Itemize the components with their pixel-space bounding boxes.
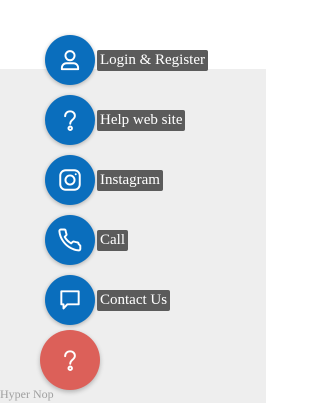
contact-us-label[interactable]: Contact Us <box>97 289 171 311</box>
menu-item-help-web-site[interactable]: Help web site <box>45 95 186 145</box>
login-register-label[interactable]: Login & Register <box>97 49 208 71</box>
call-button[interactable] <box>45 215 95 265</box>
floating-action-menu: Login & Register Help web site Instagram <box>0 0 266 403</box>
help-web-site-label[interactable]: Help web site <box>97 109 186 131</box>
menu-item-login-register[interactable]: Login & Register <box>45 35 208 85</box>
instagram-button[interactable] <box>45 155 95 205</box>
menu-item-instagram[interactable]: Instagram <box>45 155 163 205</box>
user-icon <box>60 50 80 71</box>
chat-icon <box>60 290 80 310</box>
menu-item-contact-us[interactable]: Contact Us <box>45 275 171 325</box>
instagram-label[interactable]: Instagram <box>97 169 163 191</box>
instagram-icon <box>59 169 81 191</box>
help-web-site-button[interactable] <box>45 95 95 145</box>
menu-item-call[interactable]: Call <box>45 215 128 265</box>
question-icon <box>64 110 76 131</box>
question-icon <box>64 350 76 371</box>
phone-icon <box>58 228 82 252</box>
menu-toggle-button[interactable] <box>40 330 100 390</box>
contact-us-button[interactable] <box>45 275 95 325</box>
login-register-button[interactable] <box>45 35 95 85</box>
call-label[interactable]: Call <box>97 229 128 251</box>
credit-text: Hyper Nop <box>0 387 54 401</box>
